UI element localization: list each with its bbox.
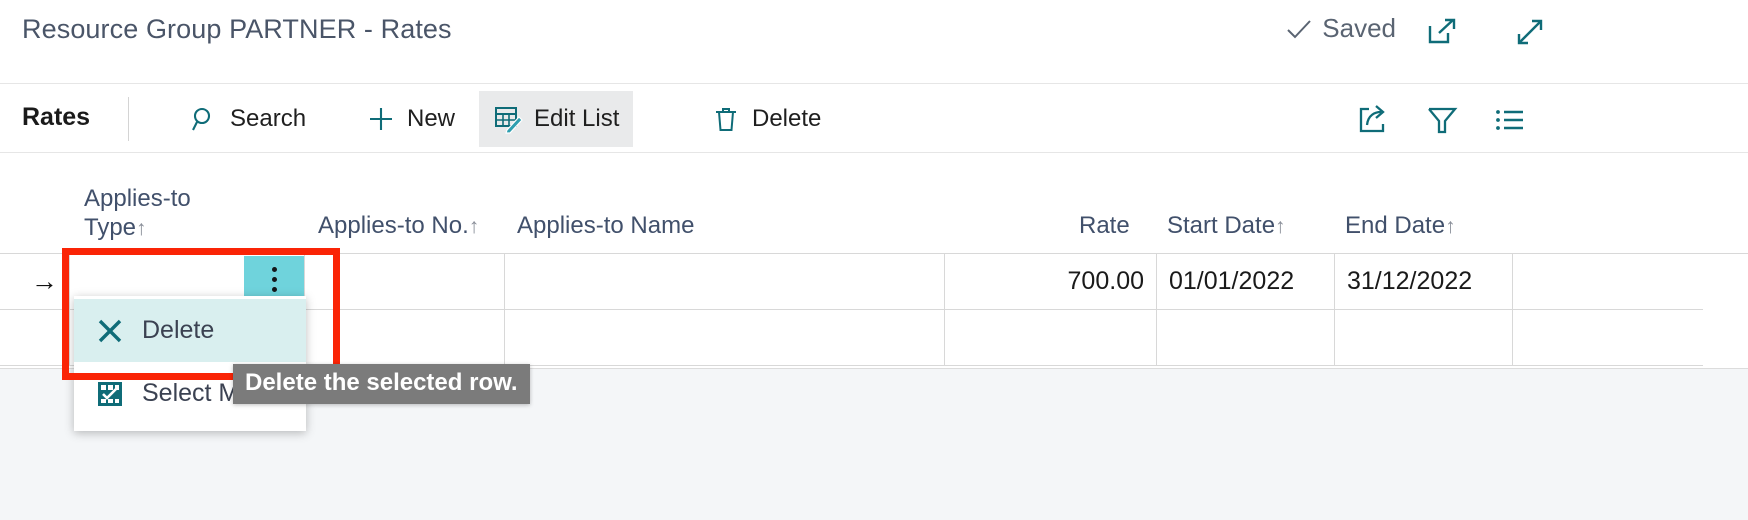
new-button-label: New <box>407 105 456 132</box>
cell-applies-to-name[interactable] <box>505 254 945 309</box>
sort-asc-icon: ↑ <box>1445 215 1456 239</box>
row-indicator: → <box>20 254 70 309</box>
sort-asc-icon: ↑ <box>1275 215 1286 239</box>
menu-item-delete-label: Delete <box>142 316 215 344</box>
cell-end-date[interactable]: 31/12/2022 <box>1335 254 1513 309</box>
cell-start-date[interactable]: 01/01/2022 <box>1157 254 1335 309</box>
cell-applies-to-no[interactable] <box>305 310 505 365</box>
cell-rate[interactable] <box>945 310 1157 365</box>
column-header-applies-to-type-line2: Type <box>84 214 137 242</box>
funnel-filter-icon[interactable] <box>1419 99 1465 141</box>
dot <box>271 266 277 272</box>
column-header-start-date-label: Start Date <box>1167 212 1276 240</box>
column-header-rate-label: Rate <box>1079 212 1130 240</box>
sort-asc-icon: ↑ <box>136 217 147 241</box>
x-close-icon <box>94 315 126 347</box>
row-indicator <box>20 310 70 365</box>
select-more-icon <box>94 378 126 410</box>
column-header-applies-to-name[interactable]: Applies-to Name <box>517 212 694 241</box>
list-options-icon[interactable] <box>1487 99 1533 141</box>
column-header-applies-to-type[interactable]: Applies-to Type↑ <box>84 185 191 243</box>
delete-button-label: Delete <box>752 105 822 132</box>
save-status: Saved <box>1284 13 1396 44</box>
edit-list-button-label: Edit List <box>534 105 620 132</box>
cell-applies-to-name[interactable] <box>505 310 945 365</box>
cell-rate[interactable]: 700.00 <box>945 254 1157 309</box>
edit-list-icon <box>493 104 523 134</box>
new-button[interactable]: New <box>352 91 469 147</box>
sort-asc-icon: ↑ <box>468 215 480 239</box>
column-header-applies-to-no-label: Applies-to No. <box>318 212 469 240</box>
column-header-rate[interactable]: Rate <box>1079 212 1130 241</box>
resource-group-rates-page: Resource Group PARTNER - Rates Saved Rat… <box>0 0 1748 520</box>
column-header-applies-to-type-line1: Applies-to <box>84 185 191 213</box>
dot <box>271 286 277 292</box>
plus-icon <box>366 104 396 134</box>
save-status-label: Saved <box>1322 13 1396 43</box>
actions-toolbar: Rates Search New Edit List Delete <box>0 85 1748 153</box>
expand-fullscreen-icon[interactable] <box>1508 12 1552 52</box>
column-header-applies-to-name-label: Applies-to Name <box>517 212 695 240</box>
cell-start-date[interactable] <box>1157 310 1335 365</box>
tooltip: Delete the selected row. <box>233 364 530 404</box>
trash-icon <box>711 104 741 134</box>
search-button[interactable]: Search <box>175 91 320 147</box>
check-icon <box>1287 19 1311 38</box>
cell-end-date[interactable] <box>1335 310 1513 365</box>
title-bar: Resource Group PARTNER - Rates Saved <box>0 0 1748 84</box>
delete-button[interactable]: Delete <box>697 91 835 147</box>
column-header-start-date[interactable]: Start Date↑ <box>1167 212 1286 241</box>
open-in-new-window-icon[interactable] <box>1420 12 1464 52</box>
column-header-end-date-label: End Date <box>1345 212 1446 240</box>
dot <box>271 276 277 282</box>
menu-item-delete[interactable]: Delete <box>74 299 306 362</box>
grid-header-row: Applies-to Type↑ Applies-to No.↑ Applies… <box>0 154 1748 253</box>
toolbar-group-label: Rates <box>22 103 91 131</box>
cell-applies-to-no[interactable] <box>305 254 505 309</box>
edit-list-button[interactable]: Edit List <box>479 91 634 147</box>
column-header-end-date[interactable]: End Date↑ <box>1345 212 1456 241</box>
column-header-applies-to-no[interactable]: Applies-to No.↑ <box>318 212 479 241</box>
search-button-label: Search <box>230 105 307 132</box>
search-icon <box>189 104 219 134</box>
share-export-icon[interactable] <box>1350 99 1396 141</box>
page-title: Resource Group PARTNER - Rates <box>22 14 452 44</box>
toolbar-divider <box>128 97 129 141</box>
